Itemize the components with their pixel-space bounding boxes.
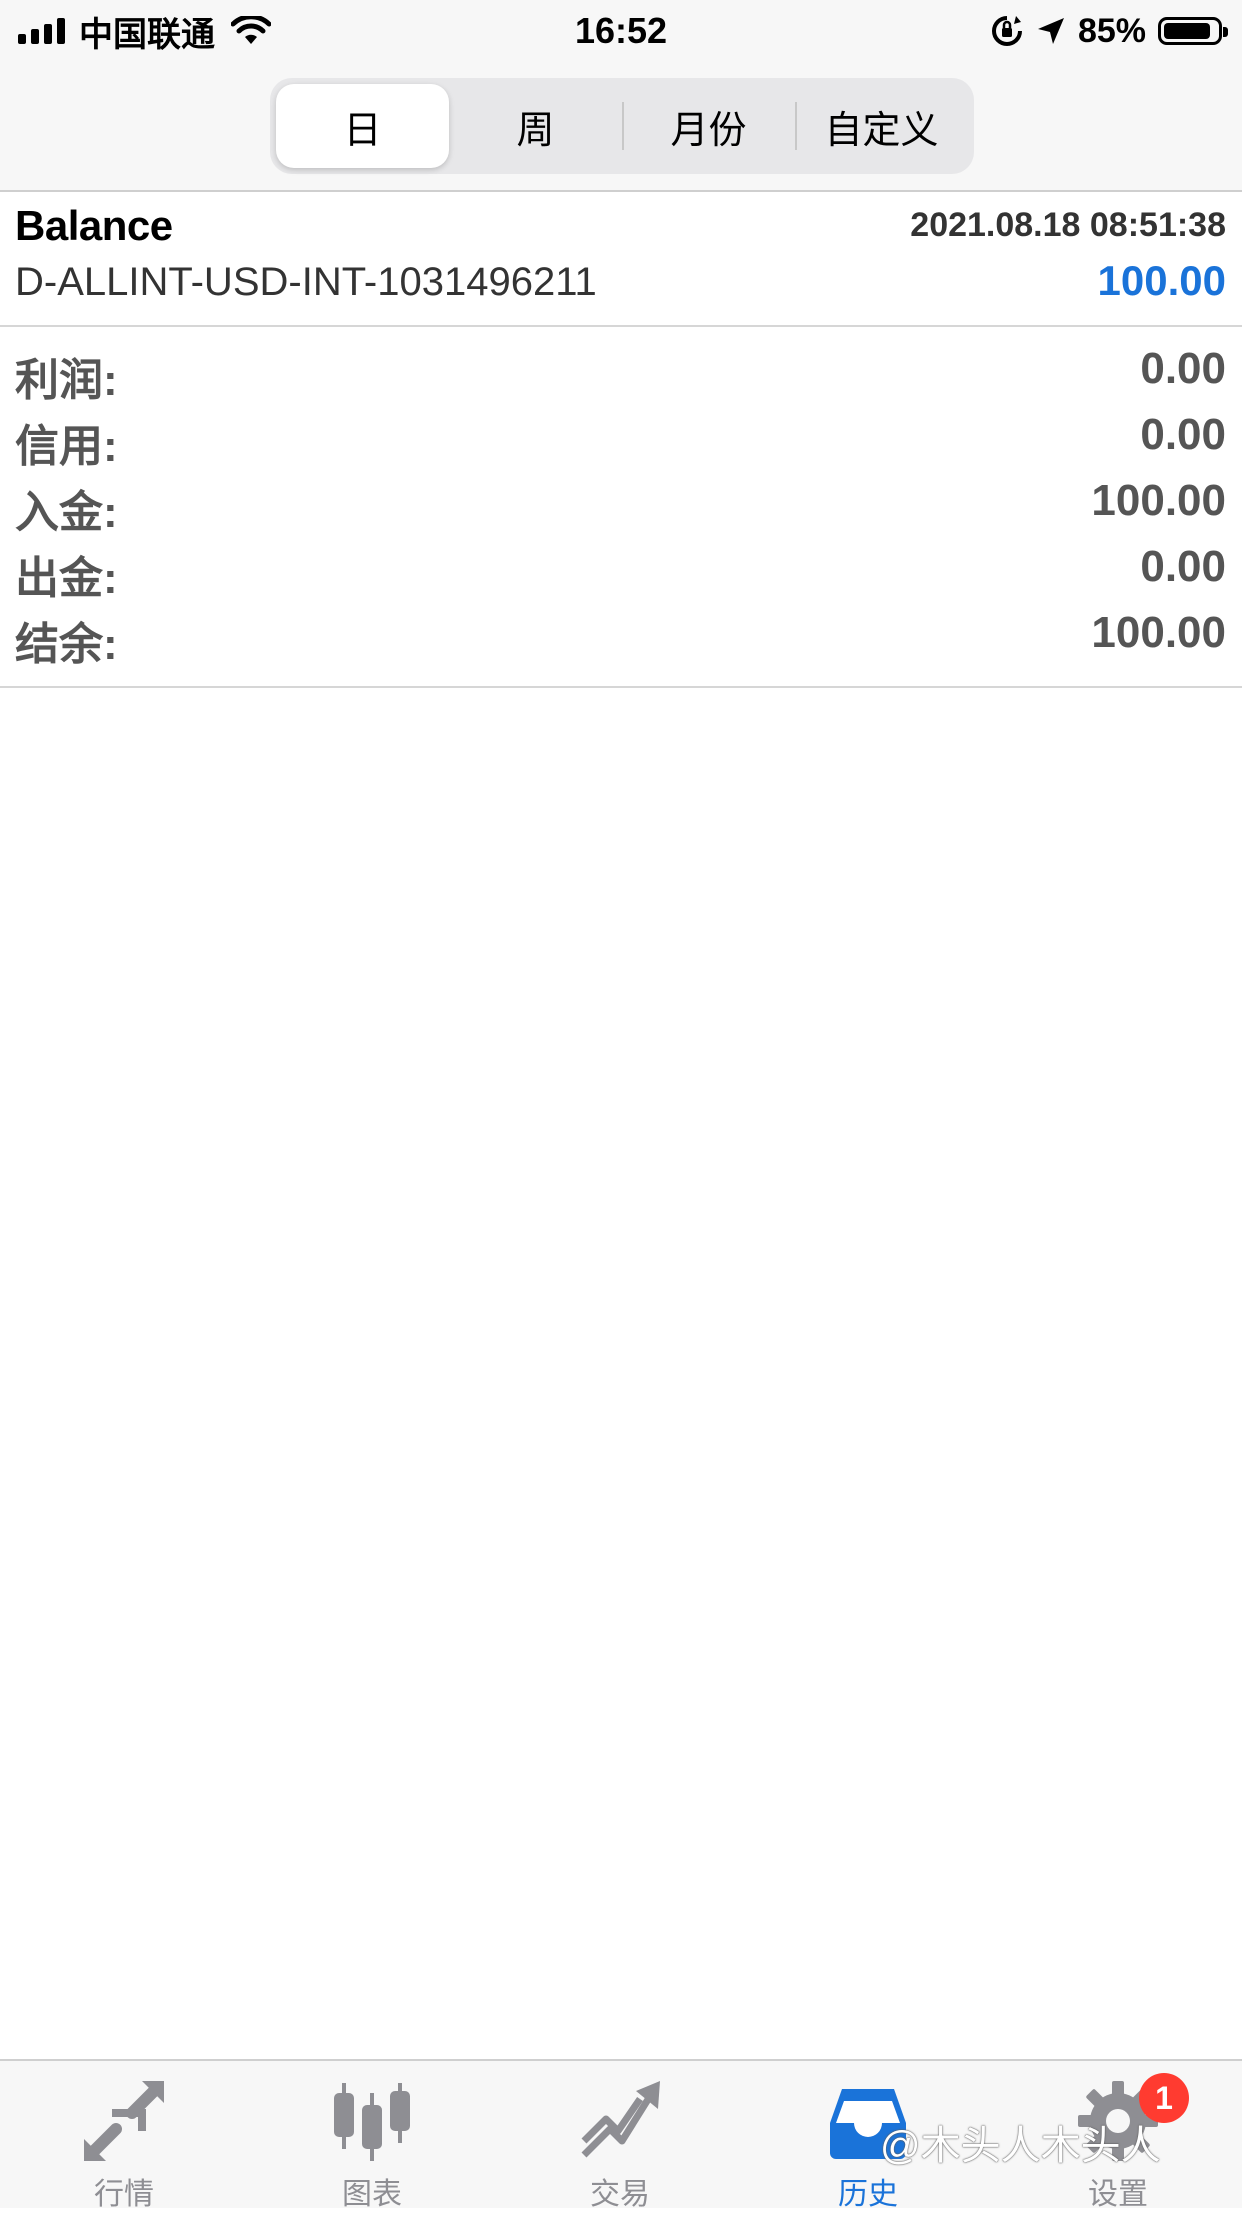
orientation-lock-icon xyxy=(991,16,1022,46)
battery-percentage: 85% xyxy=(1077,11,1146,50)
history-record[interactable]: Balance 2021.08.18 08:51:38 D-ALLINT-USD… xyxy=(0,192,1242,327)
summary-label: 出金: xyxy=(15,554,118,603)
summary-value: 0.00 xyxy=(1140,344,1226,393)
watermark: @木头人木头人 xyxy=(880,2124,1161,2168)
tab-label: 图表 xyxy=(342,2178,402,2211)
tab-month[interactable]: 月份 xyxy=(622,84,795,168)
record-account: D-ALLINT-USD-INT-1031496211 xyxy=(15,260,597,304)
summary-label: 入金: xyxy=(15,488,118,537)
summary-label: 利润: xyxy=(15,356,118,405)
record-type: Balance xyxy=(15,202,173,249)
summary-row-credit: 信用: 0.00 xyxy=(0,402,1242,471)
trade-trend-icon xyxy=(581,2081,660,2158)
tab-quotes[interactable]: 行情 xyxy=(0,2061,248,2211)
summary-row-withdrawal: 出金: 0.00 xyxy=(0,534,1242,603)
candlestick-chart-icon xyxy=(334,2083,410,2161)
record-datetime: 2021.08.18 08:51:38 xyxy=(910,206,1226,244)
summary-label: 结余: xyxy=(15,620,118,669)
summary-value: 0.00 xyxy=(1140,410,1226,459)
summary-label: 信用: xyxy=(15,422,118,471)
location-arrow-icon xyxy=(1037,18,1064,44)
tab-day[interactable]: 日 xyxy=(276,84,449,168)
status-bar: 中国联通 16:52 85% xyxy=(0,0,1242,62)
summary-row-balance: 结余: 100.00 xyxy=(0,600,1242,669)
period-selector-bar: 日 周 月份 自定义 xyxy=(0,62,1242,192)
quotes-arrows-icon xyxy=(84,2081,164,2161)
tab-custom[interactable]: 自定义 xyxy=(795,84,968,168)
summary-row-deposit: 入金: 100.00 xyxy=(0,468,1242,537)
tab-trade[interactable]: 交易 xyxy=(496,2061,744,2211)
tab-label: 交易 xyxy=(590,2178,650,2211)
tab-week[interactable]: 周 xyxy=(449,84,622,168)
summary-panel: 利润: 0.00 信用: 0.00 入金: 100.00 出金: 0.00 结余… xyxy=(0,328,1242,688)
summary-value: 0.00 xyxy=(1140,542,1226,591)
battery-icon xyxy=(1158,17,1228,45)
tab-charts[interactable]: 图表 xyxy=(248,2061,496,2211)
period-segmented-control: 日 周 月份 自定义 xyxy=(270,78,974,174)
tab-label: 设置 xyxy=(1088,2178,1148,2211)
summary-row-profit: 利润: 0.00 xyxy=(0,336,1242,405)
summary-value: 100.00 xyxy=(1091,476,1226,525)
tab-label: 历史 xyxy=(838,2178,898,2211)
tab-label: 行情 xyxy=(94,2178,154,2211)
record-amount: 100.00 xyxy=(1097,257,1226,304)
summary-value: 100.00 xyxy=(1091,608,1226,657)
